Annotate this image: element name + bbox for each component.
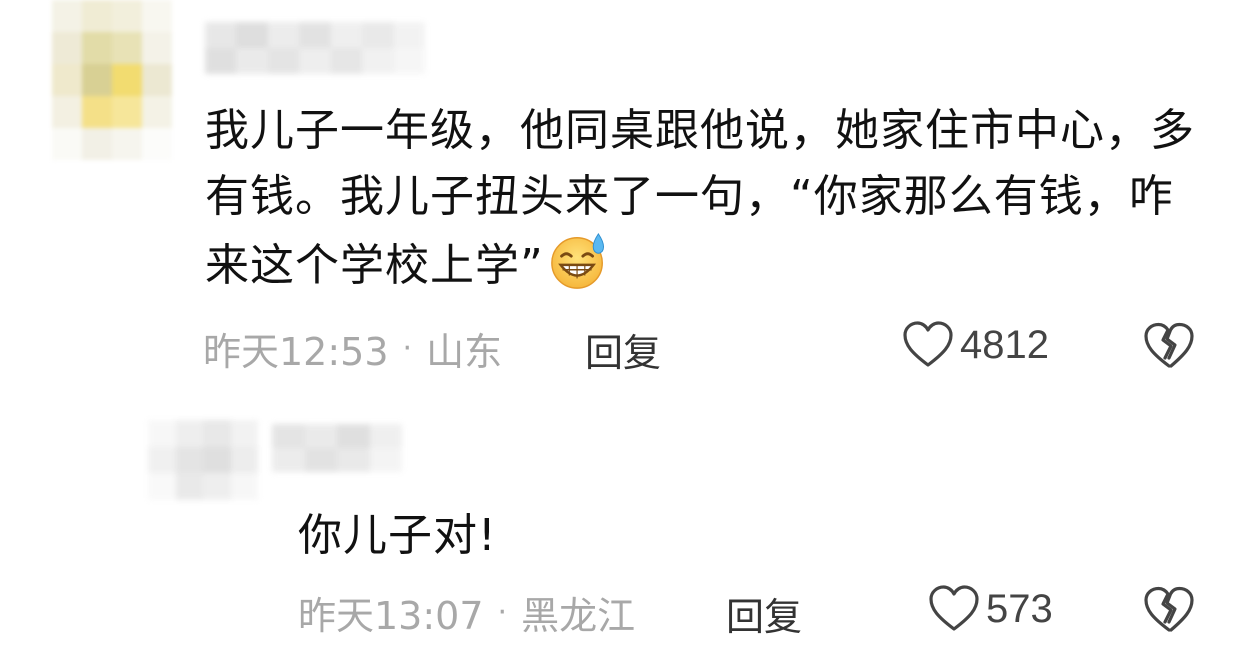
reply-button[interactable]: 回复 [585, 322, 661, 377]
broken-heart-icon [1144, 586, 1194, 632]
reply-button[interactable]: 回复 [726, 586, 802, 641]
grinning-sweat-face-icon [550, 233, 604, 289]
comment-time: 昨天12:53 [203, 329, 389, 374]
like-count: 4812 [960, 322, 1049, 367]
comment-body: 我儿子一年级，他同桌跟他说，她家住市中心，多有钱。我儿子扭头来了一句，“你家那么… [205, 105, 1195, 291]
dislike-button[interactable] [1143, 586, 1195, 638]
comment-body: 你儿子对! [298, 510, 497, 561]
username[interactable] [205, 22, 425, 74]
like-count: 573 [986, 586, 1053, 631]
heart-outline-icon [929, 585, 979, 631]
comment-text: 我儿子一年级，他同桌跟他说，她家住市中心，多有钱。我儿子扭头来了一句，“你家那么… [205, 98, 1205, 299]
broken-heart-icon [1144, 322, 1194, 368]
avatar[interactable] [52, 0, 172, 160]
username[interactable] [272, 424, 402, 472]
avatar[interactable] [148, 420, 258, 500]
comment-location: 山东 [426, 329, 503, 374]
comment-time: 昨天13:07 [298, 593, 484, 638]
comment-location: 黑龙江 [521, 593, 636, 638]
meta-separator: · [497, 594, 508, 630]
heart-outline-icon [903, 321, 953, 367]
comment-meta: 昨天13:07 · 黑龙江 [298, 582, 635, 642]
meta-separator: · [402, 330, 413, 366]
like-button[interactable]: 573 [928, 584, 1053, 634]
comment-text: 你儿子对! [298, 503, 1098, 569]
comment-meta: 昨天12:53 · 山东 [203, 318, 502, 378]
dislike-button[interactable] [1143, 322, 1195, 374]
like-button[interactable]: 4812 [902, 320, 1049, 370]
